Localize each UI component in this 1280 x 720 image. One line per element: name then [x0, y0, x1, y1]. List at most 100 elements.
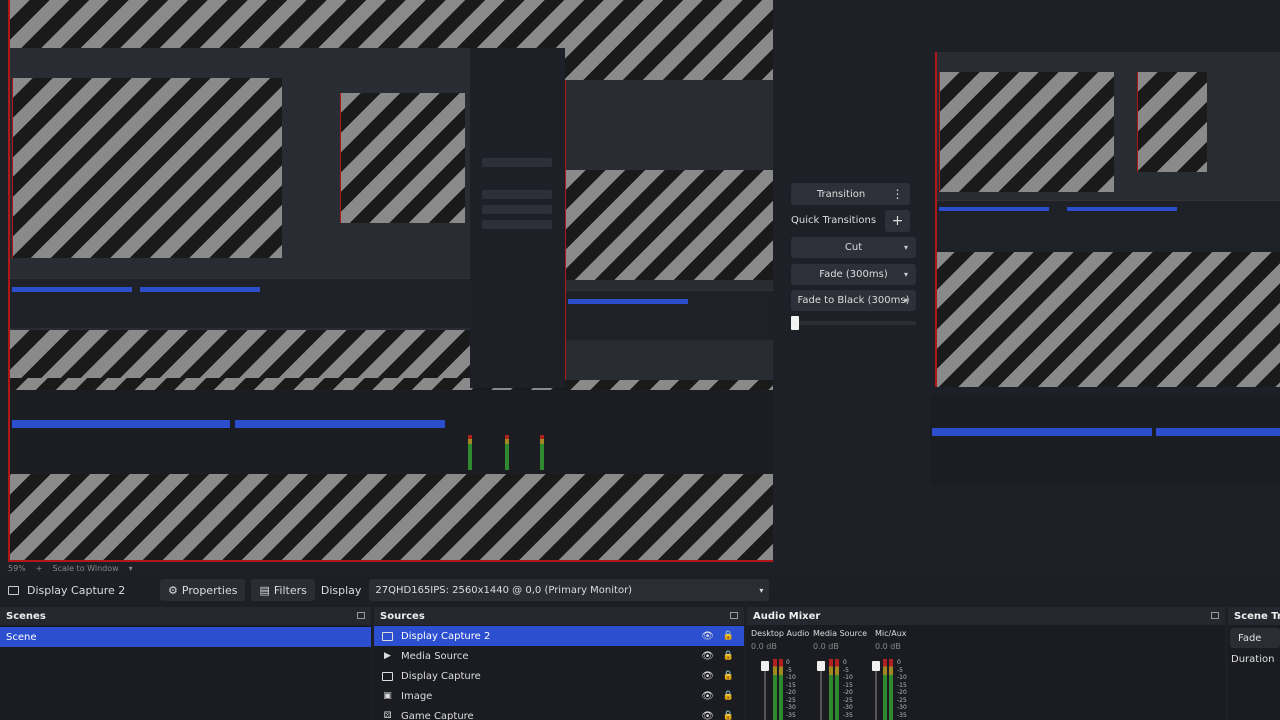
play-icon: ▶ — [384, 651, 391, 661]
filters-button[interactable]: ▤ Filters — [251, 579, 315, 601]
mixer-channel: Mic/Aux 0.0 dB 0 -5 -10 -15 -20 -25 -30 -35 — [872, 629, 935, 720]
level-meter — [835, 659, 839, 720]
nested-capture-right — [565, 80, 773, 380]
volume-fader[interactable] — [761, 661, 769, 671]
scenes-title: Scenes — [6, 610, 46, 622]
plus-icon: + — [891, 213, 904, 229]
gamepad-icon: ⚄ — [383, 711, 392, 720]
vertical-dots-icon: ⋮ — [891, 187, 904, 201]
source-label: Game Capture — [401, 710, 474, 720]
source-item[interactable]: ▶ Media Source 👁 🔒 — [374, 646, 744, 666]
nested-transition-col — [470, 48, 565, 388]
channel-db: 0.0 dB — [751, 642, 777, 651]
source-item[interactable]: Display Capture 👁 🔒 — [374, 666, 744, 686]
quick-transitions-label: Quick Transitions — [791, 215, 877, 226]
channel-name: Mic/Aux — [875, 629, 907, 638]
channel-db: 0.0 dB — [875, 642, 901, 651]
nested-cut-button — [482, 190, 552, 199]
nested-fade-black-button — [482, 220, 552, 229]
lock-icon[interactable]: 🔒 — [723, 691, 734, 701]
source-item[interactable]: ▣ Image 👁 🔒 — [374, 686, 744, 706]
meter-scale: 0 -5 -10 -15 -20 -25 -30 -35 — [843, 659, 853, 719]
display-value: 27QHD165IPS: 2560x1440 @ 0,0 (Primary Mo… — [375, 584, 633, 596]
source-item[interactable]: ⚄ Game Capture 👁 🔒 — [374, 706, 744, 720]
chevron-down-icon[interactable]: ▾ — [129, 564, 133, 573]
quick-transition-fade[interactable]: Fade (300ms) ▾ — [791, 264, 916, 285]
eye-icon[interactable]: 👁 — [701, 711, 714, 720]
nested-source-selection — [1156, 428, 1280, 436]
audio-mixer-dock: Audio Mixer Desktop Audio 0.0 dB 0 -5 -10-… — [747, 607, 1225, 720]
filters-label: Filters — [273, 583, 307, 597]
undock-icon[interactable] — [730, 612, 738, 619]
chevron-down-icon: ▾ — [903, 270, 908, 279]
level-meter — [883, 659, 887, 720]
properties-label: Properties — [181, 583, 238, 597]
source-label: Media Source — [401, 650, 469, 662]
nested-stripe-region — [566, 170, 773, 280]
zoom-bar: 59% + Scale to Window ▾ — [0, 561, 780, 575]
source-item[interactable]: Display Capture 2 👁 🔒 — [374, 626, 744, 646]
undock-icon[interactable] — [357, 612, 365, 619]
nested-scene-selection — [939, 207, 1049, 211]
chevron-down-icon: ▾ — [759, 585, 764, 595]
scene-label: Scene — [6, 631, 37, 643]
monitor-icon — [382, 631, 393, 641]
source-label: Display Capture — [401, 670, 481, 682]
lock-icon[interactable]: 🔒 — [723, 711, 734, 720]
nested-meter — [540, 435, 544, 470]
audio-mixer-title: Audio Mixer — [753, 610, 821, 622]
nested-stripe-region — [1137, 72, 1207, 172]
nested-scene-selection — [932, 428, 1152, 436]
eye-icon[interactable]: 👁 — [701, 631, 714, 642]
lock-icon[interactable]: 🔒 — [723, 651, 734, 661]
zoom-level[interactable]: 59% — [8, 564, 26, 573]
transition-button[interactable]: Transition — [791, 183, 891, 205]
quick-transition-cut[interactable]: Cut ▾ — [791, 237, 916, 258]
t-bar-handle[interactable] — [791, 316, 799, 330]
scale-mode[interactable]: Scale to Window — [52, 564, 118, 573]
nested-scene-selection — [12, 420, 230, 428]
quick-transition-fade-to-black[interactable]: Fade to Black (300ms) ▾ — [791, 290, 916, 311]
undock-icon[interactable] — [1211, 612, 1219, 619]
sources-dock: Sources Display Capture 2 👁 🔒 ▶ Media So… — [374, 607, 744, 720]
transition-more-button[interactable]: ⋮ — [885, 183, 910, 205]
t-bar-track[interactable] — [793, 321, 916, 325]
properties-button[interactable]: ⚙ Properties — [160, 579, 246, 601]
mixer-channel: Media Source 0.0 dB 0 -5 -10 -15 -20 -25 -30 -3… — [813, 629, 873, 720]
lock-icon[interactable]: 🔒 — [723, 631, 734, 641]
nested-docks — [10, 278, 470, 328]
source-label: Display Capture 2 — [401, 630, 491, 642]
program-preview[interactable] — [8, 0, 773, 562]
volume-fader[interactable] — [872, 661, 880, 671]
eye-icon[interactable]: 👁 — [701, 671, 714, 682]
selected-source-name: Display Capture 2 — [27, 583, 126, 597]
nested-docks — [566, 290, 773, 340]
quick-transition-label: Fade to Black (300ms) — [797, 295, 910, 306]
meter-scale: 0 -5 -10 -15 -20 -25 -30 -35 — [786, 659, 796, 719]
scenes-dock: Scenes Scene — [0, 607, 371, 720]
sources-title: Sources — [380, 610, 425, 622]
audio-mixer-dock-title: Audio Mixer — [747, 607, 1225, 625]
plus-icon[interactable]: + — [36, 564, 43, 573]
nested-stripe-region — [340, 93, 465, 223]
chevron-down-icon: ▾ — [903, 243, 908, 252]
lock-icon[interactable]: 🔒 — [723, 671, 734, 681]
volume-fader[interactable] — [817, 661, 825, 671]
nested-meter — [505, 435, 509, 470]
quick-transition-label: Fade (300ms) — [819, 269, 888, 280]
program-nested-docks — [930, 395, 1280, 485]
context-bar: Display Capture 2 ⚙ Properties ▤ Filters… — [0, 578, 1280, 602]
nested-scene-selection — [568, 299, 688, 304]
display-select[interactable]: 27QHD165IPS: 2560x1440 @ 0,0 (Primary Mo… — [369, 579, 770, 601]
level-meter — [889, 659, 893, 720]
add-quick-transition-button[interactable]: + — [885, 210, 910, 232]
sources-dock-title: Sources — [374, 607, 744, 625]
nested-bottom-docks — [10, 390, 773, 474]
eye-icon[interactable]: 👁 — [701, 651, 714, 662]
nested-docks — [937, 200, 1280, 252]
scene-item[interactable]: Scene — [0, 627, 371, 647]
nested-stripe-region — [12, 78, 282, 258]
program-output[interactable] — [935, 52, 1280, 387]
eye-icon[interactable]: 👁 — [701, 691, 714, 702]
transition-select[interactable]: Fade — [1230, 628, 1280, 648]
